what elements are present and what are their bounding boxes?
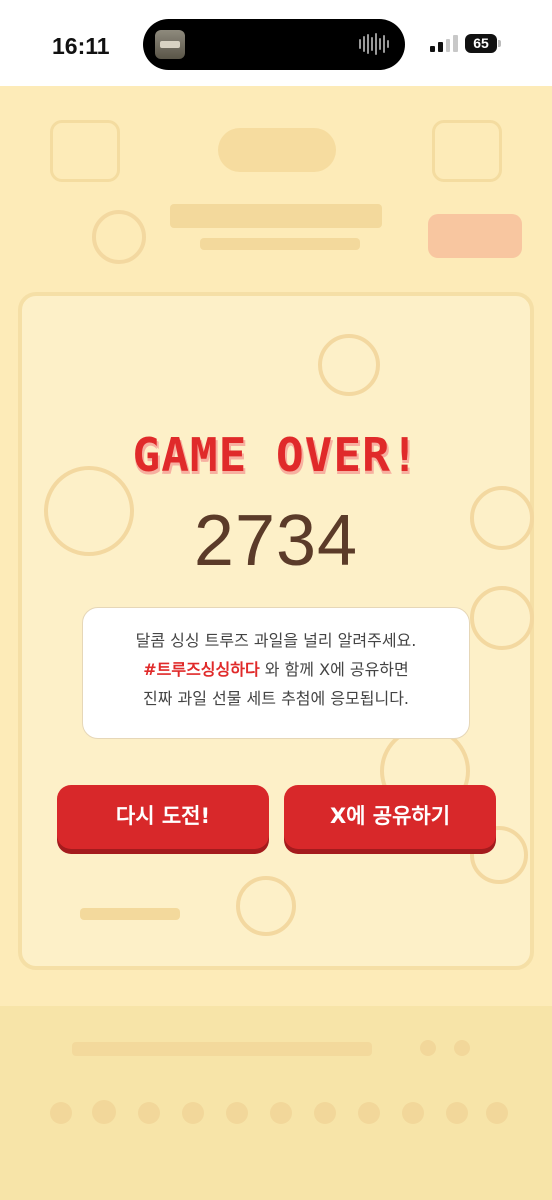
share-message-box: 달콤 싱싱 트루즈 과일을 널리 알려주세요. #트루즈싱싱하다 와 함께 X에…: [82, 607, 470, 739]
bg-bottom-dot-2: [454, 1040, 470, 1056]
game-over-title: GAME OVER!: [132, 428, 420, 482]
bg-next-fruit-ring: [92, 210, 146, 264]
bg-title-text: [170, 204, 382, 228]
bg-fruit-icon-2: [92, 1100, 116, 1124]
message-line-2: #트루즈싱싱하다 와 함께 X에 공유하면: [83, 655, 469, 684]
battery-icon: 65: [465, 34, 497, 53]
bg-fruit-icon-1: [50, 1102, 72, 1124]
share-x-button[interactable]: X에 공유하기: [284, 785, 496, 849]
cellular-signal-icon: [430, 35, 458, 52]
retry-button[interactable]: 다시 도전!: [57, 785, 269, 849]
bg-bottom-dot-1: [420, 1040, 436, 1056]
battery-cap: [498, 40, 501, 47]
bg-fruit-icon-5: [226, 1102, 248, 1124]
dynamic-island[interactable]: [143, 19, 405, 70]
bg-logo-badge: [218, 128, 336, 172]
bg-fruit-7: [236, 876, 296, 936]
bg-fruit-icon-7: [314, 1102, 336, 1124]
final-score: 2734: [193, 501, 359, 581]
bg-fruit-icon-4: [182, 1102, 204, 1124]
bg-score-card-left: [50, 120, 120, 182]
hashtag-text: #트루즈싱싱하다: [143, 660, 260, 679]
status-bar: 16:11 65: [0, 0, 552, 86]
bg-fruit-icon-6: [270, 1102, 292, 1124]
bg-score-card-right: [432, 120, 502, 182]
bg-bottom-text: [72, 1042, 372, 1056]
bg-fruit-icon-8: [358, 1102, 380, 1124]
message-line-1: 달콤 싱싱 트루즈 과일을 널리 알려주세요.: [135, 631, 417, 650]
bg-fruit-icon-9: [402, 1102, 424, 1124]
bg-fruit-4: [470, 586, 534, 650]
music-thumbnail-icon: [155, 30, 185, 59]
audio-waveform-icon: [359, 33, 389, 55]
bg-caption-text: [80, 908, 180, 920]
bg-fruit-icon-3: [138, 1102, 160, 1124]
bg-fruit-icon-11: [486, 1102, 508, 1124]
message-line-3: 진짜 과일 선물 세트 추첨에 응모됩니다.: [142, 689, 410, 708]
bg-red-button: [428, 214, 522, 258]
status-time: 16:11: [52, 33, 110, 59]
message-line-2-rest: 와 함께 X에 공유하면: [259, 660, 409, 679]
bg-fruit-icon-10: [446, 1102, 468, 1124]
bg-fruit-1: [318, 334, 380, 396]
bg-subtitle-text: [200, 238, 360, 250]
